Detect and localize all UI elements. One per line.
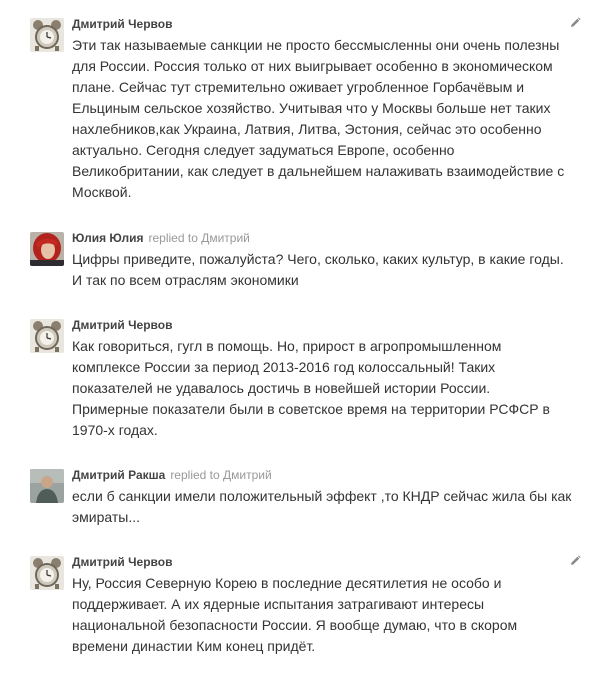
avatar[interactable]	[30, 319, 64, 353]
comment-meta: Юлия Юлия replied to Дмитрий	[72, 230, 250, 246]
avatar[interactable]	[30, 469, 64, 503]
replied-to-link[interactable]: replied to Дмитрий	[170, 468, 271, 482]
comment-meta: Дмитрий Червов	[72, 16, 172, 32]
comment-line: национальной безопасности России. Я вооб…	[72, 617, 518, 633]
comment-line: Примерные показатели были в советское вр…	[72, 401, 550, 417]
comment-text: Цифры приведите, пожалуйста? Чего, сколь…	[72, 249, 580, 291]
comment-line: 1970-х годах.	[72, 422, 158, 438]
comment-line: поддерживает. А их ядерные испытания зат…	[72, 596, 485, 612]
comment-line: Ельциным сельское хозяйство. Учитывая чт…	[72, 100, 551, 116]
comment-line: Москвой.	[72, 184, 132, 200]
comment-line: эмираты...	[72, 509, 140, 525]
comment-text: Ну, Россия Северную Корею в последние де…	[72, 573, 580, 657]
comment-line: комплексе России за период 2013-2016 год…	[72, 359, 496, 375]
comment-line: Эти так называемые санкции не просто бес…	[72, 37, 560, 53]
avatar[interactable]	[30, 18, 64, 52]
comment-line: Ну, Россия Северную Корею в последние де…	[72, 575, 502, 591]
author-name[interactable]: Юлия Юлия	[72, 231, 144, 245]
pencil-icon[interactable]	[568, 554, 582, 568]
comment-line: Цифры приведите, пожалуйста? Чего, сколь…	[72, 251, 564, 267]
comment-meta: Дмитрий Червов	[72, 554, 172, 570]
red-hair-woman-avatar-icon	[30, 232, 64, 266]
comment-line: плане. Сейчас тут стремительно оживает у…	[72, 79, 525, 95]
comment-text: Как говориться, гугл в помощь. Но, приро…	[72, 336, 580, 441]
comment-line: времени династии Ким конец придёт.	[72, 638, 316, 654]
comment-text: Эти так называемые санкции не просто бес…	[72, 35, 580, 203]
pencil-icon[interactable]	[568, 16, 582, 30]
author-name[interactable]: Дмитрий Ракша	[72, 468, 165, 482]
comment-line: Как говориться, гугл в помощь. Но, приро…	[72, 338, 502, 354]
author-name[interactable]: Дмитрий Червов	[72, 555, 172, 569]
comment-line: если б санкции имели положительный эффек…	[72, 488, 572, 504]
comment-meta: Дмитрий Ракша replied to Дмитрий	[72, 467, 272, 483]
comment-meta: Дмитрий Червов	[72, 317, 172, 333]
alarm-clock-avatar-icon	[30, 18, 64, 52]
comment-line: нахлебников,как Украина, Латвия, Литва, …	[72, 121, 542, 137]
alarm-clock-avatar-icon	[30, 556, 64, 590]
comment-line: для России. Россия только от них выигрыв…	[72, 58, 553, 74]
comment-line: показателей не удавалось достичь в новей…	[72, 380, 491, 396]
man-photo-avatar-icon	[30, 469, 64, 503]
avatar[interactable]	[30, 232, 64, 266]
replied-to-link[interactable]: replied to Дмитрий	[149, 231, 250, 245]
avatar[interactable]	[30, 556, 64, 590]
comment-line: Великобритании, как следует в дальнейшем…	[72, 163, 565, 179]
author-name[interactable]: Дмитрий Червов	[72, 17, 172, 31]
alarm-clock-avatar-icon	[30, 319, 64, 353]
comment-line: И так по всем отраслям экономики	[72, 272, 299, 288]
author-name[interactable]: Дмитрий Червов	[72, 318, 172, 332]
comment-text: если б санкции имели положительный эффек…	[72, 486, 580, 528]
comment-line: актуально. Сегодня следует задуматься Ев…	[72, 142, 455, 158]
